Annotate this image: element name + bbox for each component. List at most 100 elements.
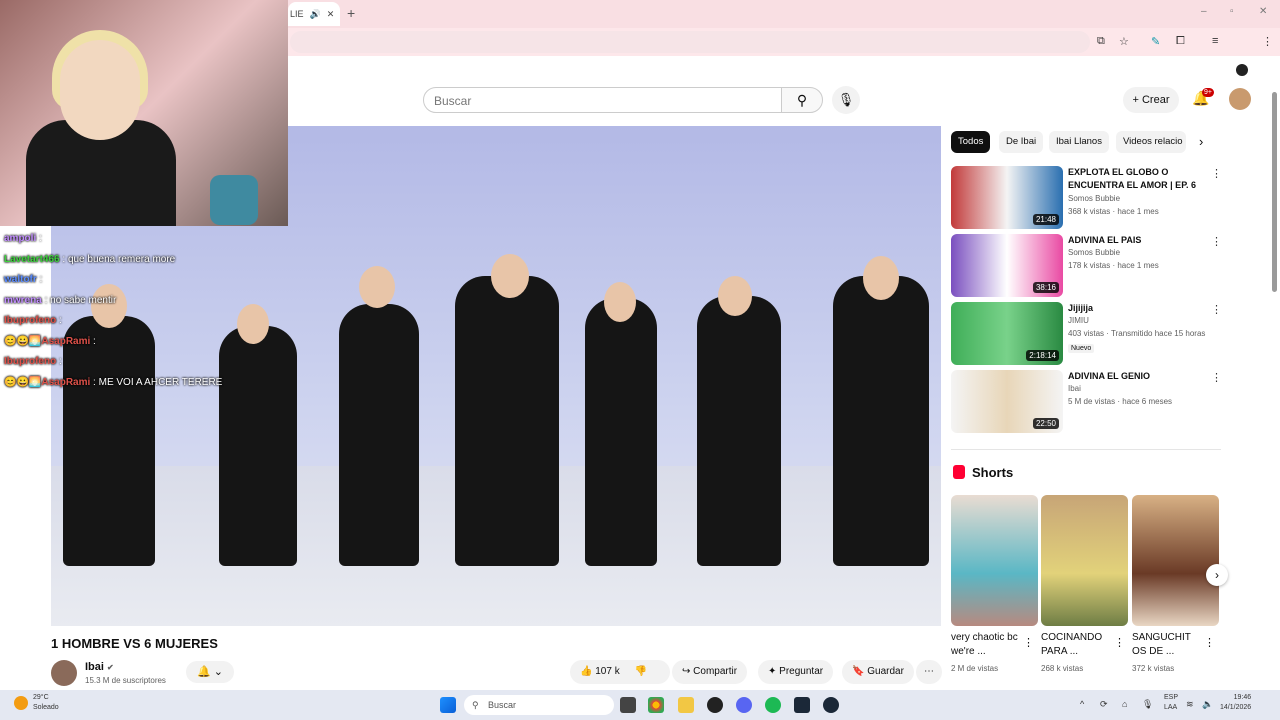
recommendation-item[interactable]: 38:16 ADIVINA EL PAIS Somos Bubbie 178 k vi… — [951, 234, 1222, 298]
chat-separator: : — [90, 376, 99, 388]
search-button[interactable]: ⚲ — [781, 87, 823, 113]
recommendation-channel[interactable]: Somos Bubbie — [1068, 248, 1120, 257]
recommendation-title[interactable]: EXPLOTA EL GLOBO O ENCUENTRA EL AMOR | E… — [1068, 166, 1208, 192]
weather-sun-icon[interactable] — [14, 696, 28, 710]
more-options-icon[interactable]: ⋮ — [1211, 167, 1222, 180]
divider — [951, 449, 1221, 450]
steam-icon[interactable] — [794, 697, 810, 713]
system-clock[interactable]: 19:46 14/1/2026 — [1220, 693, 1251, 713]
tray-chevron-up-icon[interactable]: ^ — [1080, 699, 1084, 709]
video-thumbnail[interactable]: 2:18:14 — [951, 302, 1063, 365]
short-thumbnail[interactable] — [1041, 495, 1128, 626]
chrome-icon[interactable] — [648, 697, 664, 713]
share-button[interactable]: ↪ Compartir — [672, 660, 748, 684]
short-title[interactable]: very chaotic bc we're ... — [951, 631, 1025, 659]
video-thumbnail[interactable]: 22:50 — [951, 370, 1063, 433]
browser-tab-active[interactable]: LIE 🔊 ✕ — [288, 2, 340, 26]
maximize-button[interactable]: ▫ — [1230, 6, 1234, 17]
weather-widget[interactable]: 29°C Soleado — [33, 693, 59, 713]
person-figure — [219, 326, 297, 566]
tray-app-icon[interactable]: ⟳ — [1100, 699, 1108, 710]
chat-text: que buena remera more — [67, 253, 176, 265]
search-icon: ⚲ — [796, 92, 808, 108]
speaker-icon[interactable]: 🔊 — [310, 9, 321, 20]
thumbs-down-icon[interactable]: 👎 — [634, 666, 646, 677]
recommendation-item[interactable]: 2:18:14 Jijijija JIMIU 403 vistas · Transmi… — [951, 302, 1222, 366]
obs-icon[interactable] — [707, 697, 723, 713]
reading-list-icon[interactable]: ≡ — [1212, 35, 1218, 47]
save-button[interactable]: 🔖 Guardar — [842, 660, 914, 684]
browser-menu-icon[interactable]: ⋮ — [1262, 35, 1273, 48]
recommendation-title[interactable]: Jijijija — [1068, 302, 1208, 315]
weather-desc: Soleado — [33, 704, 59, 711]
recommendation-channel[interactable]: Ibai — [1068, 384, 1081, 393]
taskbar-search[interactable]: ⚲ Buscar — [464, 695, 614, 715]
short-more-icon[interactable]: ⋮ — [1204, 636, 1215, 649]
close-tab-icon[interactable]: ✕ — [327, 9, 335, 20]
recommendation-channel[interactable]: Somos Bubbie — [1068, 194, 1120, 203]
channel-avatar[interactable] — [51, 660, 77, 686]
install-icon[interactable]: ⧉ — [1097, 35, 1105, 48]
short-thumbnail[interactable] — [951, 495, 1038, 626]
create-button[interactable]: + Crear — [1123, 87, 1179, 113]
subscription-bell-button[interactable]: 🔔 ⌄ — [186, 661, 234, 683]
extensions-puzzle-icon[interactable]: ⧠ — [1176, 35, 1185, 48]
more-options-icon[interactable]: ⋮ — [1211, 303, 1222, 316]
recommendation-meta: 403 vistas · Transmitido hace 15 horas — [1068, 329, 1206, 338]
recommendation-item[interactable]: 21:48 EXPLOTA EL GLOBO O ENCUENTRA EL AMO… — [951, 166, 1222, 230]
more-options-icon[interactable]: ⋮ — [1211, 235, 1222, 248]
page-scrollbar[interactable] — [1272, 92, 1277, 292]
chat-separator: : — [41, 294, 51, 306]
short-title[interactable]: SANGUCHIT OS DE ... — [1132, 631, 1206, 659]
short-thumbnail[interactable] — [1132, 495, 1219, 626]
new-tab-button[interactable]: + — [347, 5, 355, 21]
ask-button[interactable]: ✦ Preguntar — [758, 660, 834, 684]
url-bar[interactable] — [290, 31, 1090, 53]
extension-translate-icon[interactable]: ✎ — [1151, 35, 1160, 48]
minimize-button[interactable]: – — [1201, 6, 1207, 17]
chip-ibai-llanos[interactable]: Ibai Llanos — [1049, 131, 1109, 153]
discord-icon[interactable] — [736, 697, 752, 713]
chat-text: no sabe mentir — [50, 294, 117, 306]
tray-network-icon[interactable]: ⌂ — [1122, 699, 1127, 709]
voice-search-button[interactable]: 🎙 — [832, 86, 860, 114]
account-avatar[interactable] — [1229, 88, 1251, 110]
chip-de-ibai[interactable]: De Ibai — [999, 131, 1044, 153]
bookmark-star-icon[interactable]: ☆ — [1119, 35, 1129, 48]
close-window-button[interactable]: ✕ — [1259, 6, 1267, 17]
short-more-icon[interactable]: ⋮ — [1023, 636, 1034, 649]
recommendation-item[interactable]: 22:50 ADIVINA EL GENIO Ibai 5 M de vistas ·… — [951, 370, 1222, 434]
language-indicator[interactable]: ESP LAA — [1164, 693, 1178, 713]
volume-icon[interactable]: 🔈 — [1202, 699, 1213, 710]
more-actions-button[interactable]: ⋯ — [916, 660, 942, 684]
recommendation-meta: 178 k vistas · hace 1 mes — [1068, 261, 1159, 270]
file-explorer-icon[interactable] — [678, 697, 694, 713]
more-options-icon[interactable]: ⋮ — [1211, 371, 1222, 384]
chevron-right-icon[interactable]: › — [1199, 134, 1203, 149]
chip-todos[interactable]: Todos — [951, 131, 991, 153]
short-title[interactable]: COCINANDO PARA ... — [1041, 631, 1115, 659]
steam-client-icon[interactable] — [823, 697, 839, 713]
video-thumbnail[interactable]: 38:16 — [951, 234, 1063, 297]
short-more-icon[interactable]: ⋮ — [1114, 636, 1125, 649]
windows-start-icon[interactable] — [440, 697, 456, 713]
notifications-badge: 9+ — [1202, 88, 1214, 97]
chevron-right-icon: › — [1215, 568, 1219, 582]
recommendation-title[interactable]: ADIVINA EL PAIS — [1068, 234, 1208, 247]
wifi-icon[interactable]: ≋ — [1186, 699, 1194, 710]
like-dislike-button[interactable]: 👍 107 k 👎 — [570, 660, 670, 684]
search-input[interactable]: Buscar — [423, 87, 782, 113]
tray-mic-icon[interactable]: 🎙 — [1142, 699, 1153, 710]
profile-icon[interactable] — [1236, 64, 1248, 76]
short-views: 372 k vistas — [1132, 664, 1175, 673]
shorts-next-button[interactable]: › — [1206, 564, 1228, 586]
channel-name[interactable]: Ibai ✔ — [85, 661, 114, 673]
recommendation-channel[interactable]: JIMIU — [1068, 316, 1089, 325]
microphone-icon: 🎙 — [837, 92, 855, 107]
share-label: Compartir — [693, 666, 738, 677]
video-thumbnail[interactable]: 21:48 — [951, 166, 1063, 229]
recommendation-title[interactable]: ADIVINA EL GENIO — [1068, 370, 1208, 383]
chip-videos-relacionados[interactable]: Videos relacio — [1116, 131, 1186, 153]
spotify-icon[interactable] — [765, 697, 781, 713]
task-view-icon[interactable] — [620, 697, 636, 713]
